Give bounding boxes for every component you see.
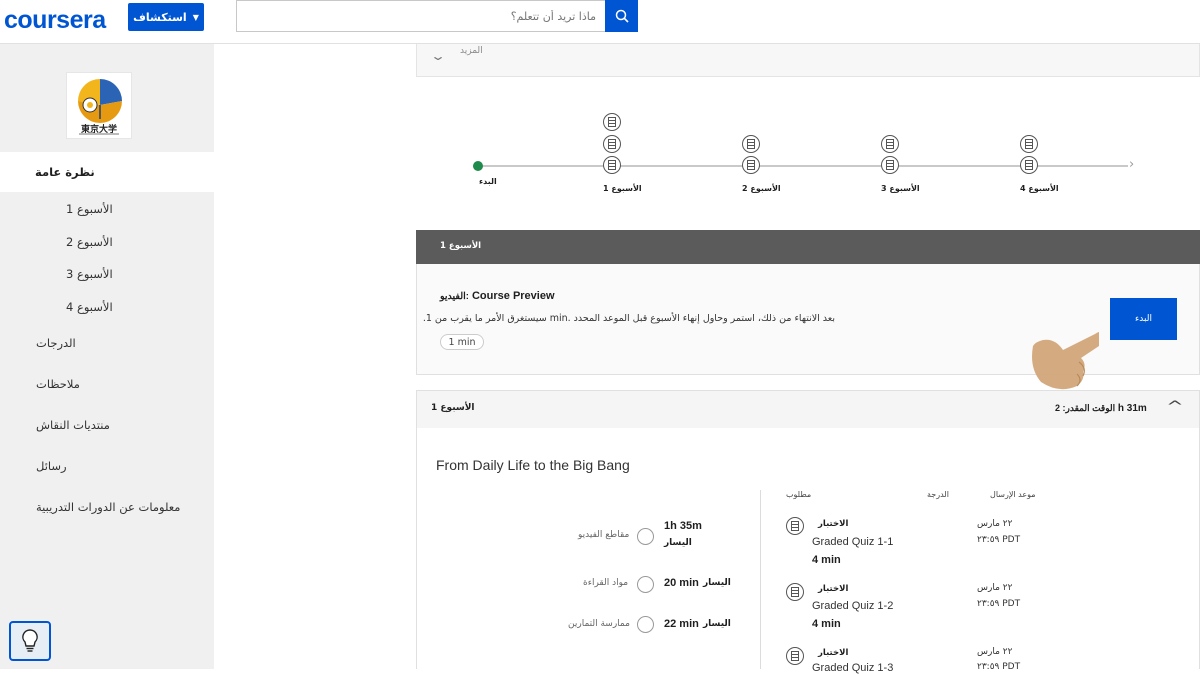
- more-label: المزيد: [460, 46, 483, 56]
- lightbulb-icon: [22, 629, 38, 652]
- summary-videos-label: مقاطع الفيديو: [578, 530, 630, 540]
- sidebar-item-week-3[interactable]: الأسبوع 3: [66, 267, 113, 281]
- sidebar-item-grades[interactable]: الدرجات: [36, 336, 76, 350]
- item-type: الاختبار: [818, 584, 849, 594]
- sidebar-item-week-1[interactable]: الأسبوع 1: [66, 202, 113, 216]
- header-required: مطلوب: [786, 490, 812, 499]
- ginkgo-logo-icon: [78, 79, 122, 123]
- item-name: Graded Quiz 1-1: [812, 536, 894, 548]
- summary-practice-left: اليسار: [703, 619, 731, 629]
- quiz-icon: [786, 647, 804, 665]
- summary-readings-label: مواد القراءة: [583, 578, 629, 588]
- pointing-hand-icon: [1032, 331, 1099, 390]
- logo-subtitle: [79, 133, 119, 135]
- estimated-time-value: h 31m: [1117, 403, 1147, 414]
- search-button[interactable]: [605, 0, 638, 32]
- reading-icon[interactable]: [603, 113, 621, 131]
- search-input[interactable]: [236, 0, 606, 32]
- due-time: ٢٣:٥٩ PDT: [977, 599, 1021, 609]
- sidebar-item-messages[interactable]: رسائل: [36, 459, 67, 473]
- reading-icon[interactable]: [603, 135, 621, 153]
- chevron-down-icon: ▼: [192, 12, 199, 22]
- explore-button[interactable]: استكشاف ▼: [128, 3, 204, 31]
- sidebar-item-forums[interactable]: منتديات النقاش: [36, 418, 110, 432]
- week-section-header[interactable]: ^ الوقت المقدر: 2 h 31m الأسبوع 1: [416, 390, 1200, 428]
- header-grade: الدرجة: [927, 490, 949, 499]
- due-time: ٢٣:٥٩ PDT: [977, 662, 1021, 672]
- due-date: ٢٢ مارس: [977, 519, 1013, 529]
- item-duration: 4 min: [812, 554, 841, 566]
- search-icon: [615, 9, 629, 23]
- start-button[interactable]: البدء: [1110, 298, 1177, 340]
- item-name: Graded Quiz 1-3: [812, 662, 894, 674]
- top-header: coursera استكشاف ▼: [0, 0, 1200, 44]
- summary-readings-time: 20 min: [664, 577, 699, 589]
- item-type: الاختبار: [818, 519, 849, 529]
- preview-title[interactable]: الفيديو: Course Preview: [440, 290, 555, 302]
- timeline-next-arrow[interactable]: ›: [1129, 157, 1134, 172]
- duration-chip: 1 min: [440, 334, 484, 350]
- timeline-week-4-label: الأسبوع 4: [1020, 184, 1059, 193]
- timeline-week-3-label: الأسبوع 3: [881, 184, 920, 193]
- column-divider: [760, 490, 761, 669]
- reading-icon[interactable]: [1020, 156, 1038, 174]
- sidebar-item-notes[interactable]: ملاحظات: [36, 377, 80, 391]
- due-date: ٢٢ مارس: [977, 583, 1013, 593]
- more-bar[interactable]: ⌄ المزيد: [416, 44, 1200, 77]
- sidebar: 東京大学 نظرة عامة الأسبوع 1 الأسبوع 2 الأسب…: [0, 44, 214, 669]
- preview-title-text: Course Preview: [471, 290, 555, 302]
- reading-icon[interactable]: [603, 156, 621, 174]
- estimated-time-label: الوقت المقدر: 2: [1055, 403, 1116, 413]
- week-banner: الأسبوع 1: [416, 230, 1200, 264]
- due-time: ٢٣:٥٩ PDT: [977, 535, 1021, 545]
- reading-icon[interactable]: [1020, 135, 1038, 153]
- quiz-icon: [786, 583, 804, 601]
- sidebar-item-course-info[interactable]: معلومات عن الدورات التدريبية: [36, 500, 180, 514]
- estimated-time: الوقت المقدر: 2 h 31m: [1055, 403, 1147, 414]
- item-type: الاختبار: [818, 648, 849, 658]
- coursera-logo[interactable]: coursera: [4, 6, 106, 35]
- summary-practice-time: 22 min: [664, 618, 699, 630]
- timeline-start-label: البدء: [479, 177, 497, 186]
- preview-type-label: الفيديو:: [440, 291, 469, 302]
- preview-description: بعد الانتهاء من ذلك، استمر وحاول إنهاء ا…: [422, 313, 835, 324]
- timeline-week-2-label: الأسبوع 2: [742, 184, 781, 193]
- sidebar-item-overview[interactable]: نظرة عامة: [0, 152, 214, 192]
- timeline-start-dot[interactable]: [473, 161, 483, 171]
- reading-icon[interactable]: [742, 156, 760, 174]
- quiz-icon: [786, 517, 804, 535]
- summary-readings-left: اليسار: [703, 578, 731, 588]
- summary-videos-time: 1h 35m: [664, 520, 702, 532]
- week-banner-title: الأسبوع 1: [440, 241, 482, 251]
- explore-label: استكشاف: [133, 10, 187, 24]
- reading-icon[interactable]: [881, 156, 899, 174]
- university-logo: 東京大学: [66, 72, 132, 139]
- week-section-body: From Daily Life to the Big Bang: [416, 428, 1200, 669]
- sidebar-item-week-2[interactable]: الأسبوع 2: [66, 235, 113, 249]
- chevron-up-icon: ^: [1166, 399, 1184, 415]
- chevron-down-icon: ⌄: [429, 49, 447, 63]
- reading-icon[interactable]: [742, 135, 760, 153]
- videos-progress-radio: [637, 528, 654, 545]
- lightbulb-button[interactable]: [9, 621, 51, 661]
- item-name: Graded Quiz 1-2: [812, 600, 894, 612]
- summary-practice-label: ممارسة التمارين: [568, 619, 630, 629]
- week-heading: From Daily Life to the Big Bang: [436, 457, 630, 473]
- summary-videos-left: اليسار: [664, 538, 692, 548]
- timeline-week-1-label: الأسبوع 1: [603, 184, 642, 193]
- sidebar-overview-label: نظرة عامة: [35, 165, 95, 179]
- due-date: ٢٢ مارس: [977, 647, 1013, 657]
- week-section-title: الأسبوع 1: [431, 403, 475, 413]
- sidebar-item-week-4[interactable]: الأسبوع 4: [66, 300, 113, 314]
- reading-icon[interactable]: [881, 135, 899, 153]
- readings-progress-radio: [637, 576, 654, 593]
- item-duration: 4 min: [812, 618, 841, 630]
- practice-progress-radio: [637, 616, 654, 633]
- header-due: موعد الإرسال: [990, 490, 1036, 499]
